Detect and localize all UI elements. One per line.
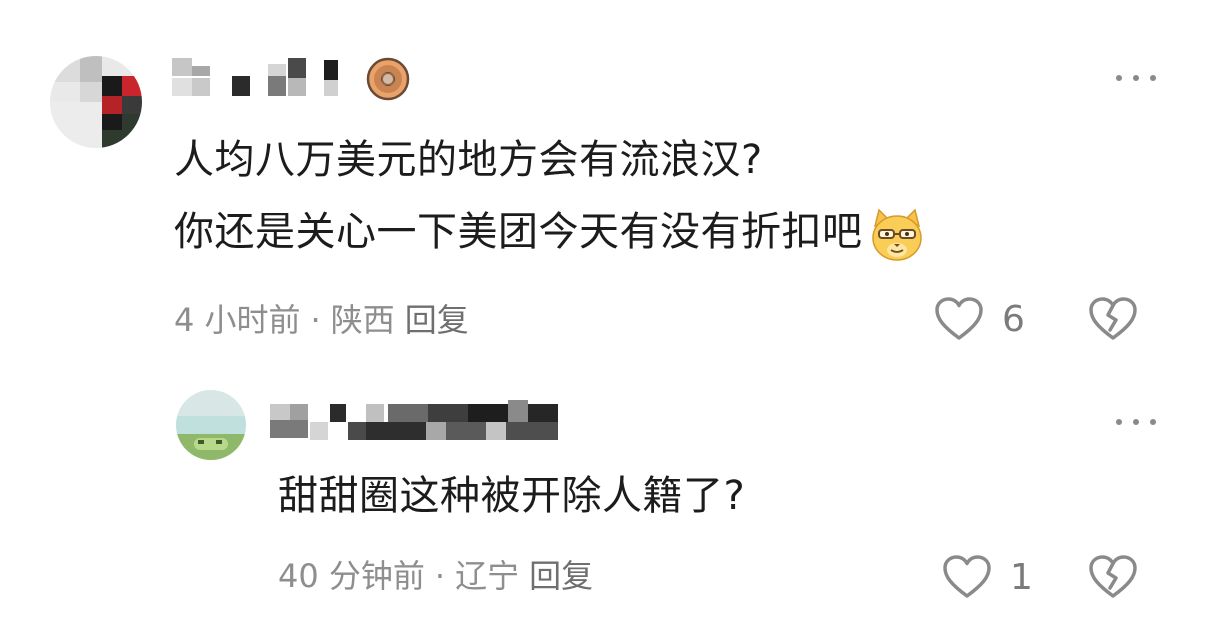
more-options-button[interactable] [1116,68,1156,88]
like-button[interactable]: 6 [934,296,1025,342]
reply-button[interactable]: 回复 [529,557,593,595]
broken-heart-icon [1089,555,1137,598]
avatar[interactable] [176,390,246,460]
comment-text-line: 你还是关心一下美团今天有没有折扣吧 [174,204,927,264]
like-count: 6 [1002,298,1025,340]
reply-button[interactable]: 回复 [405,301,469,339]
comment-text-line: 甜甜圈这种被开除人籍了? [278,473,746,519]
comment-thread: 人均八万美元的地方会有流浪汉? 你还是关心一下美团今天有没有折扣吧 4 小时前 ·… [0,0,1206,634]
like-button[interactable]: 1 [942,554,1033,600]
like-count: 1 [1010,556,1033,598]
timestamp: 40 分钟前 [278,557,425,595]
more-options-button[interactable] [1116,412,1156,432]
timestamp: 4 小时前 [174,301,301,339]
username-redacted[interactable] [172,58,362,98]
comment-item: 人均八万美元的地方会有流浪汉? 你还是关心一下美团今天有没有折扣吧 4 小时前 ·… [0,0,1206,360]
donut-badge-icon [366,57,410,101]
dislike-button[interactable] [1088,296,1138,346]
dislike-button[interactable] [1088,554,1138,604]
broken-heart-icon [1089,297,1137,340]
comment-meta: 4 小时前 · 陕西 回复 [174,300,469,340]
more-dots-icon [1116,75,1122,81]
heart-icon [943,555,991,598]
meta-separator: · [310,301,321,339]
more-dots-icon [1116,419,1122,425]
username-redacted[interactable] [270,400,566,440]
meta-separator: · [434,557,446,595]
location: 辽宁 [455,557,520,595]
cat-glasses-emoji-icon [871,208,922,261]
comment-meta: 40 分钟前 · 辽宁 回复 [278,556,593,596]
avatar[interactable] [50,56,142,148]
location: 陕西 [330,301,395,339]
comment-text-line: 人均八万美元的地方会有流浪汉? [174,137,763,183]
heart-icon [935,297,983,340]
reply-comment-item: 甜甜圈这种被开除人籍了? 40 分钟前 · 辽宁 回复 1 [0,360,1206,634]
